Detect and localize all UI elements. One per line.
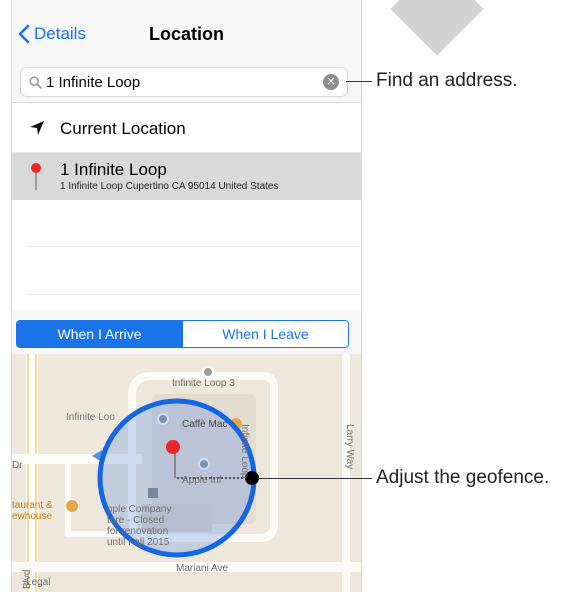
when-i-arrive-segment[interactable]: When I Arrive [17, 321, 182, 347]
map-label: Mariani Ave [176, 563, 229, 574]
map-label: Apple Inf [182, 475, 222, 486]
restaurant-icon [66, 500, 78, 512]
map-label: taurant & ewhouse [12, 500, 53, 522]
map-label: Dr [12, 460, 23, 471]
poi-icon [202, 366, 214, 378]
divider [26, 294, 361, 295]
map-label: Larry Way [344, 424, 355, 470]
adjust-geofence-callout: Adjust the geofence. [376, 467, 550, 488]
search-bar: ✕ [12, 62, 361, 103]
segmented-control: When I Arrive When I Leave [16, 320, 349, 348]
when-i-leave-segment[interactable]: When I Leave [182, 321, 348, 347]
map-label: Infinite Loop 3 [172, 378, 235, 389]
page-title: Location [149, 24, 224, 44]
search-field[interactable]: ✕ [20, 67, 348, 97]
map-label: Caffè Mac [182, 419, 228, 430]
location-arrow-icon [30, 121, 44, 135]
divider [26, 246, 361, 247]
clear-search-icon[interactable]: ✕ [323, 74, 339, 90]
search-input[interactable] [46, 73, 306, 91]
navigation-bar: Details Location [12, 0, 361, 62]
callout-line [346, 81, 372, 82]
trigger-segment-bar: When I Arrive When I Leave [12, 310, 361, 354]
callout-line [258, 478, 372, 479]
map-label: Infinite Loop [239, 424, 250, 479]
pin-icon [31, 163, 41, 190]
map-view[interactable]: Infinite Loop 3 Infinite Loo Caffè Mac I… [12, 354, 361, 592]
map-drawing [12, 354, 361, 592]
search-result-row[interactable]: 1 Infinite Loop 1 Infinite Loop Cupertin… [12, 153, 361, 200]
result-subtitle: 1 Infinite Loop Cupertino CA 95014 Unite… [60, 181, 279, 192]
map-label: Infinite Loo [66, 412, 115, 423]
result-title: 1 Infinite Loop [60, 160, 167, 179]
decorative-triangle [390, 0, 484, 56]
map-label: pple Company tore - Closed for renovatio… [107, 504, 172, 548]
road [342, 354, 350, 592]
legal-link[interactable]: Legal [26, 577, 50, 588]
map-pin-icon[interactable] [166, 440, 180, 454]
search-icon [29, 75, 42, 89]
current-location-label: Current Location [60, 119, 186, 138]
find-address-callout: Find an address. [376, 70, 518, 91]
phone-screen: Details Location ✕ Current Location 1 In… [11, 0, 362, 592]
current-location-row[interactable]: Current Location [12, 104, 361, 153]
